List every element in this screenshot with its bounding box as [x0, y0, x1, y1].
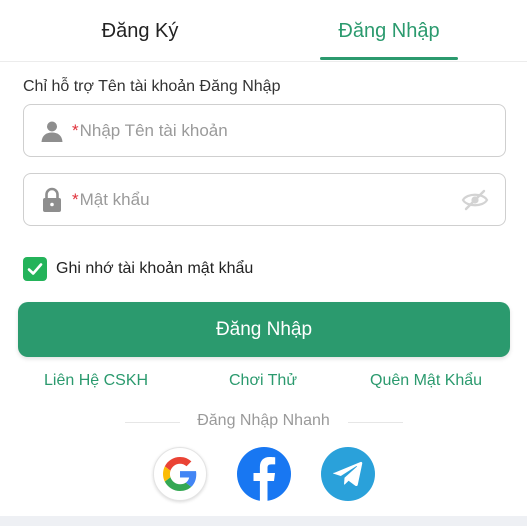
username-hint: Chỉ hỗ trợ Tên tài khoản Đăng Nhập: [23, 78, 281, 95]
remember-me[interactable]: Ghi nhớ tài khoản mật khẩu: [23, 257, 253, 281]
check-icon: [27, 263, 43, 275]
telegram-login-button[interactable]: [321, 447, 375, 501]
eye-off-icon[interactable]: [461, 188, 489, 212]
quick-login-divider: Đăng Nhập Nhanh: [0, 412, 527, 434]
password-placeholder: *Mật khẩu: [72, 190, 150, 210]
forgot-password-link[interactable]: Quên Mật Khẩu: [370, 372, 482, 390]
password-placeholder-text: Mật khẩu: [79, 189, 150, 209]
username-placeholder-text: Nhập Tên tài khoản: [79, 120, 228, 140]
google-login-button[interactable]: [153, 447, 207, 501]
bottom-strip: [0, 516, 527, 526]
divider-line-right: [348, 422, 403, 423]
contact-support-link[interactable]: Liên Hệ CSKH: [44, 372, 148, 390]
user-icon: [40, 119, 64, 143]
remember-label: Ghi nhớ tài khoản mật khẩu: [56, 260, 254, 277]
login-button[interactable]: Đăng Nhập: [18, 302, 510, 357]
help-links: Liên Hệ CSKH Chơi Thử Quên Mật Khẩu: [0, 372, 527, 394]
password-field[interactable]: *Mật khẩu: [23, 173, 506, 226]
quick-login-label: Đăng Nhập Nhanh: [197, 412, 330, 429]
try-play-link[interactable]: Chơi Thử: [229, 372, 297, 390]
required-mark: *: [72, 120, 79, 140]
required-mark: *: [72, 189, 79, 209]
lock-icon: [40, 187, 64, 212]
remember-checkbox[interactable]: [23, 257, 47, 281]
telegram-icon: [333, 461, 363, 487]
username-field[interactable]: *Nhập Tên tài khoản: [23, 104, 506, 157]
tab-login[interactable]: Đăng Nhập: [320, 0, 458, 62]
auth-tabs: Đăng Ký Đăng Nhập: [0, 0, 527, 62]
facebook-login-button[interactable]: [237, 447, 291, 501]
active-tab-indicator: [320, 57, 458, 60]
username-placeholder: *Nhập Tên tài khoản: [72, 121, 228, 141]
tab-register[interactable]: Đăng Ký: [40, 0, 240, 62]
facebook-icon: [253, 457, 276, 501]
google-icon: [163, 457, 197, 491]
